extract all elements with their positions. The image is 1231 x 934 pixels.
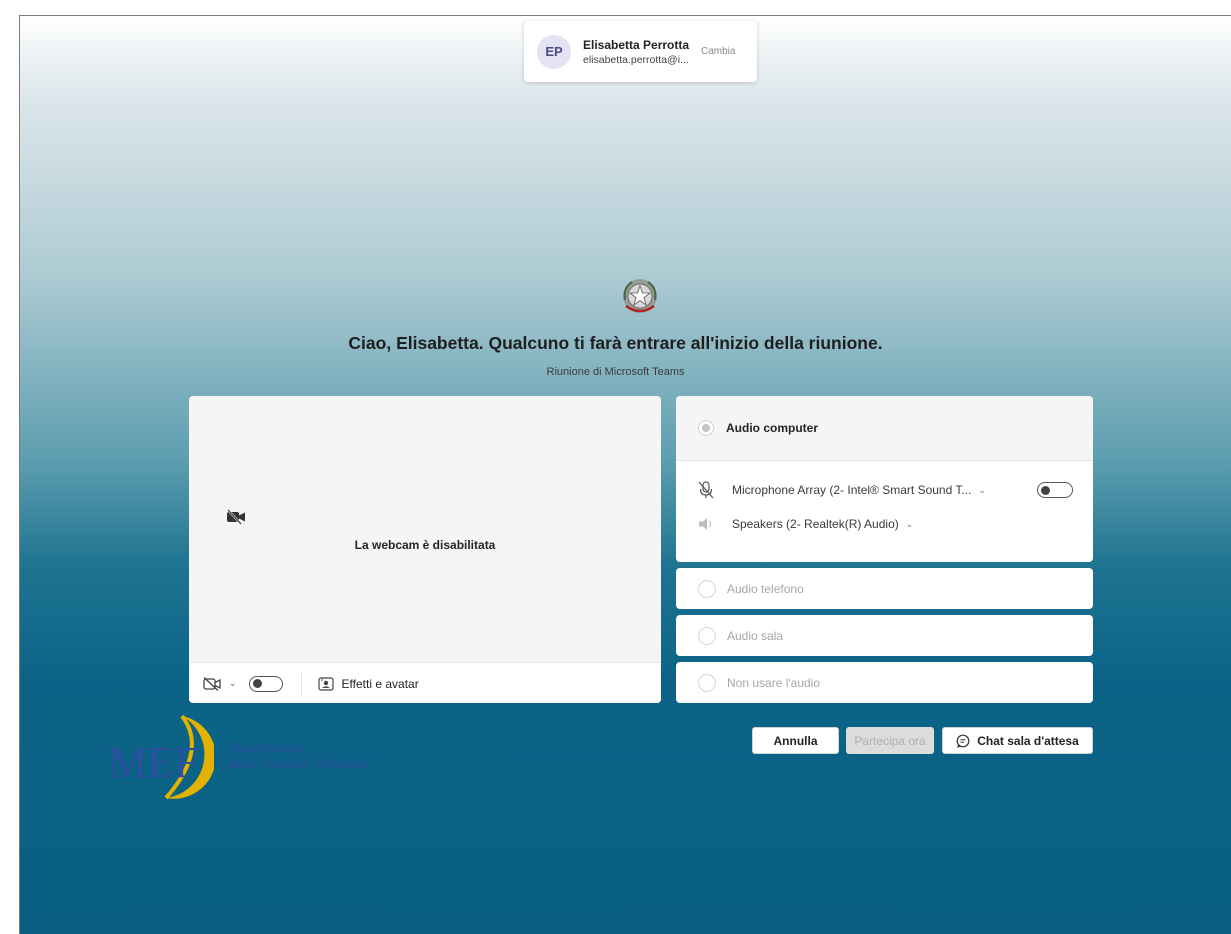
account-card: EP Elisabetta Perrotta elisabetta.perrot… [524,21,757,82]
chat-icon [956,734,970,748]
camera-chevron-down-icon[interactable]: ⌄ [229,678,237,689]
no-audio-option[interactable]: Non usare l'audio [676,662,1093,703]
department-line-2: della Giustizia Tributaria [228,757,368,772]
effects-avatar-label: Effetti e avatar [341,676,419,691]
speaker-icon [696,516,716,532]
audio-phone-label: Audio telefono [727,581,804,596]
no-audio-label: Non usare l'audio [727,675,821,690]
audio-room-label: Audio sala [727,628,784,643]
speakers-row: Speakers (2- Realtek(R) Audio) ⌄ [676,507,1093,541]
speakers-select[interactable]: Speakers (2- Realtek(R) Audio) [732,517,899,531]
microphone-row: Microphone Array (2- Intel® Smart Sound … [676,473,1093,507]
department-name: Dipartimento della Giustizia Tributaria [228,741,368,773]
cancel-button[interactable]: Annulla [752,727,839,754]
account-name: Elisabetta Perrotta [583,37,690,52]
webcam-disabled-message: La webcam è disabilitata [354,538,496,552]
audio-phone-radio[interactable] [698,579,716,598]
microphone-chevron-down-icon[interactable]: ⌄ [978,485,986,496]
mef-logo: MEF [108,714,214,800]
audio-computer-label: Audio computer [726,421,818,435]
italian-emblem-icon [623,279,657,313]
audio-computer-panel: Audio computer Microphone Array (2- Inte… [676,396,1093,562]
audio-room-radio[interactable] [698,626,716,645]
video-preview [189,396,661,662]
greeting-title: Ciao, Elisabetta. Qualcuno ti farà entra… [348,333,883,353]
audio-phone-option[interactable]: Audio telefono [676,568,1093,609]
lobby-chat-button[interactable]: Chat sala d'attesa [942,727,1093,754]
microphone-toggle[interactable] [1037,482,1073,498]
no-audio-radio[interactable] [698,673,716,692]
webcam-disabled-icon [227,509,245,525]
mef-logo-text: MEF [108,738,198,787]
microphone-off-icon [696,481,716,499]
change-account-link[interactable]: Cambia [701,46,735,57]
camera-off-icon[interactable] [203,676,221,691]
audio-computer-radio[interactable] [698,420,714,436]
camera-toggle[interactable] [248,675,283,692]
audio-computer-option[interactable]: Audio computer [676,396,1093,461]
effects-icon [317,676,334,691]
join-now-button[interactable]: Partecipa ora [846,727,934,754]
audio-room-option[interactable]: Audio sala [676,615,1093,656]
account-email: elisabetta.perrotta@i... [583,53,689,66]
account-info: Elisabetta Perrotta elisabetta.perrotta@… [583,38,693,66]
video-controls-bar: ⌄ Effetti e avatar [189,662,661,703]
department-line-1: Dipartimento [228,741,303,756]
speakers-chevron-down-icon[interactable]: ⌄ [906,519,914,530]
lobby-chat-label: Chat sala d'attesa [977,733,1079,748]
microphone-select[interactable]: Microphone Array (2- Intel® Smart Sound … [732,483,971,497]
meeting-subtitle: Riunione di Microsoft Teams [546,366,685,378]
avatar: EP [537,34,571,69]
effects-avatar-button[interactable]: Effetti e avatar [317,676,419,691]
divider [300,671,302,696]
